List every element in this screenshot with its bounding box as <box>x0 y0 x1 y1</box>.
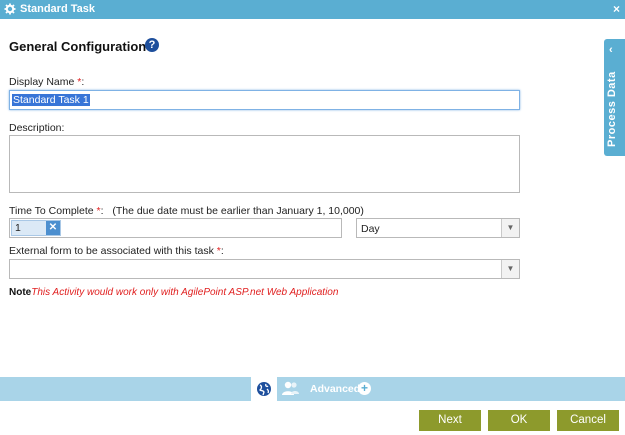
title-bar: Standard Task × <box>0 0 625 19</box>
chevron-down-icon: ▼ <box>501 219 519 237</box>
tab-general[interactable] <box>251 377 277 401</box>
note: NoteThis Activity would work only with A… <box>9 287 338 298</box>
time-to-complete-input[interactable]: 1 ✕ <box>9 218 342 238</box>
cancel-button[interactable]: Cancel <box>557 410 619 431</box>
description-label: Description: <box>9 122 65 134</box>
window-title: Standard Task <box>20 3 95 15</box>
chevron-down-icon: ▼ <box>501 260 519 278</box>
note-text: This Activity would work only with Agile… <box>31 287 339 298</box>
time-to-complete-label: Time To Complete *: (The due date must b… <box>9 205 364 217</box>
question-circle-icon[interactable]: ? <box>145 38 159 52</box>
chevron-left-icon: ‹ <box>609 44 613 56</box>
globe-icon <box>257 382 271 396</box>
plus-circle-icon[interactable]: + <box>358 382 371 395</box>
time-unit-select[interactable]: Day ▼ <box>356 218 520 238</box>
process-data-label: Process Data <box>606 71 618 147</box>
close-icon[interactable]: × <box>613 2 620 16</box>
page-title: General Configuration <box>9 39 147 54</box>
external-form-select[interactable]: ▼ <box>9 259 520 279</box>
time-to-complete-hint: (The due date must be earlier than Janua… <box>112 205 364 217</box>
ok-button[interactable]: OK <box>488 410 550 431</box>
users-icon <box>282 381 299 395</box>
tab-participants[interactable] <box>280 380 302 398</box>
external-form-label: External form to be associated with this… <box>9 245 224 257</box>
note-label: Note <box>9 287 32 298</box>
time-value-chip: 1 ✕ <box>11 220 61 236</box>
bottom-tab-bar: Advanced + <box>0 377 625 401</box>
description-textarea[interactable] <box>9 135 520 193</box>
display-name-input[interactable]: Standard Task 1 <box>9 90 520 110</box>
clear-icon[interactable]: ✕ <box>46 221 60 235</box>
time-unit-value: Day <box>361 223 380 235</box>
process-data-tab[interactable]: ‹ Process Data <box>604 39 625 156</box>
gear-icon <box>4 3 16 15</box>
next-button[interactable]: Next <box>419 410 481 431</box>
display-name-label: Display Name *: <box>9 76 85 88</box>
time-value: 1 <box>15 222 21 234</box>
display-name-value: Standard Task 1 <box>12 94 90 106</box>
advanced-tab-label[interactable]: Advanced <box>310 383 360 395</box>
